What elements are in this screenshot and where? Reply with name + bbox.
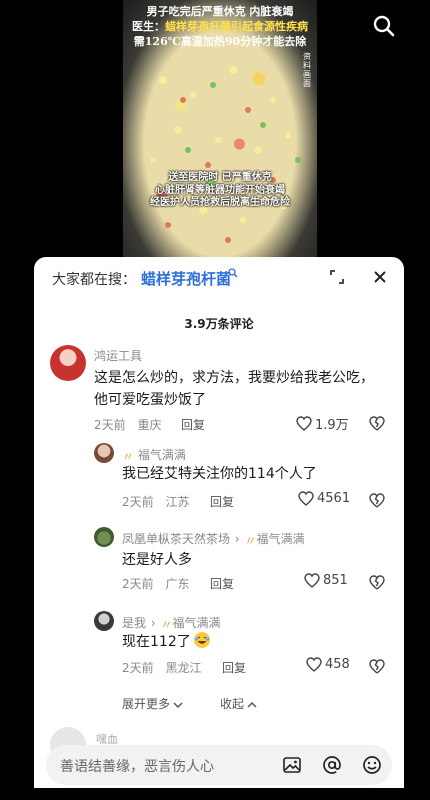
- video-caption-heat: 需126℃高温加热90分钟才能去除: [133, 35, 307, 48]
- like-button[interactable]: 4561: [298, 491, 350, 506]
- comment-meta: 2天前 江苏: [122, 493, 189, 510]
- like-count: 1.9万: [315, 418, 349, 433]
- close-icon[interactable]: [372, 269, 388, 285]
- search-icon[interactable]: [372, 14, 396, 38]
- comment-text: 还是好人多: [122, 552, 192, 568]
- reply-button[interactable]: 回复: [181, 416, 205, 433]
- like-count: 458: [325, 657, 350, 672]
- comment-username-text: 凤凰单枞茶天然茶场: [122, 532, 231, 546]
- reply-button[interactable]: 回复: [210, 493, 234, 510]
- video-subtitle-3: 经医护人员抢救后脱离生命危险: [150, 197, 290, 208]
- trending-search-prefix: 大家都在搜：: [52, 272, 136, 288]
- heart-icon: [298, 491, 314, 506]
- expand-more-label: 展开更多: [122, 697, 171, 711]
- image-icon[interactable]: [282, 755, 302, 775]
- comment-time: 2天前: [122, 661, 154, 675]
- comment-username-text: 是我: [122, 616, 147, 630]
- comment-count: 3.9万条评论: [184, 317, 254, 331]
- heart-icon: [306, 657, 322, 672]
- comment-username-text: 福气满满: [137, 448, 186, 462]
- dislike-icon[interactable]: [369, 658, 385, 674]
- bottom-bar: [0, 788, 430, 800]
- collapse-button[interactable]: 收起: [220, 695, 258, 712]
- laughing-emoji-icon: [193, 632, 210, 648]
- collapse-label: 收起: [220, 697, 245, 711]
- comment-text: 现在112了: [122, 631, 211, 653]
- comment-meta: 2天前 黑龙江: [122, 659, 201, 676]
- reply-button[interactable]: 回复: [210, 575, 234, 592]
- comment-text: 这是怎么炒的，求方法，我要炒给我老公吃，: [94, 370, 374, 386]
- reply-to-username: 福气满满: [172, 616, 221, 630]
- reply-button[interactable]: 回复: [222, 659, 246, 676]
- avatar[interactable]: [94, 527, 114, 547]
- comment-meta: 2天前 重庆: [94, 416, 161, 433]
- shrink-icon[interactable]: [329, 269, 345, 285]
- comment-input-placeholder[interactable]: 善语结善缘，恶言伤人心: [60, 756, 214, 776]
- video-caption-doctor: 医生：蜡样芽孢杆菌引起食源性疾病: [123, 18, 317, 34]
- video-player[interactable]: 男子吃完后严重休克 内脏衰竭 医生：蜡样芽孢杆菌引起食源性疾病 需126℃高温加…: [0, 0, 430, 262]
- like-button[interactable]: 458: [306, 657, 350, 672]
- heart-icon: [304, 573, 320, 588]
- badge-icon: 〃: [244, 534, 257, 548]
- comment-text-content: 现在112了: [122, 634, 191, 650]
- comment-location: 广东: [165, 577, 190, 591]
- comment-time: 2天前: [122, 577, 154, 591]
- chevron-up-icon: [247, 701, 257, 708]
- video-caption-title: 男子吃完后严重休克 内脏衰竭: [146, 5, 294, 18]
- comment-input-bar[interactable]: 善语结善缘，恶言伤人心: [46, 745, 392, 785]
- like-button[interactable]: 1.9万: [296, 414, 349, 433]
- heart-icon: [296, 416, 312, 431]
- avatar[interactable]: [50, 345, 86, 381]
- comment-time: 2天前: [94, 418, 126, 432]
- comment-text: 他可爱吃蛋炒饭了: [94, 392, 206, 408]
- comment-sheet: 大家都在搜： 蜡样芽孢杆菌 3.9万条评论 鸿运工具 这是怎么炒的，求方法，我要…: [34, 257, 404, 800]
- video-caption-doctor-text: 蜡样芽孢杆菌引起食源性疾病: [165, 20, 308, 33]
- reply-to-username: 福气满满: [256, 532, 305, 546]
- comment-username[interactable]: 凤凰单枞茶天然茶场 › 〃福气满满: [122, 530, 305, 549]
- avatar[interactable]: [94, 443, 114, 463]
- avatar[interactable]: [94, 611, 114, 631]
- like-count: 4561: [317, 491, 351, 506]
- trending-search-term[interactable]: 蜡样芽孢杆菌: [141, 268, 231, 289]
- video-caption-doctor-label: 医生：: [132, 20, 165, 33]
- comment-text: 我已经艾特关注你的114个人了: [122, 466, 317, 482]
- dislike-icon[interactable]: [369, 492, 385, 508]
- like-count: 851: [323, 573, 348, 588]
- dislike-icon[interactable]: [369, 574, 385, 590]
- comment-username[interactable]: 鸿运工具: [94, 347, 142, 364]
- comment-location: 江苏: [165, 495, 190, 509]
- chevron-down-icon: [173, 702, 183, 709]
- emoji-icon[interactable]: [362, 755, 382, 775]
- video-frame: 男子吃完后严重休克 内脏衰竭 医生：蜡样芽孢杆菌引起食源性疾病 需126℃高温加…: [123, 0, 317, 262]
- mention-icon[interactable]: [322, 755, 342, 775]
- comment-meta: 2天前 广东: [122, 575, 189, 592]
- expand-more-button[interactable]: 展开更多: [122, 695, 184, 712]
- comment-location: 重庆: [137, 418, 162, 432]
- like-button[interactable]: 851: [304, 573, 348, 588]
- dislike-icon[interactable]: [369, 415, 385, 431]
- comment-location: 黑龙江: [165, 661, 202, 675]
- comment-time: 2天前: [122, 495, 154, 509]
- comment-sheet-header: 大家都在搜： 蜡样芽孢杆菌: [34, 257, 404, 299]
- video-source-tag: 资料画面: [303, 52, 311, 88]
- small-search-icon[interactable]: [228, 268, 238, 278]
